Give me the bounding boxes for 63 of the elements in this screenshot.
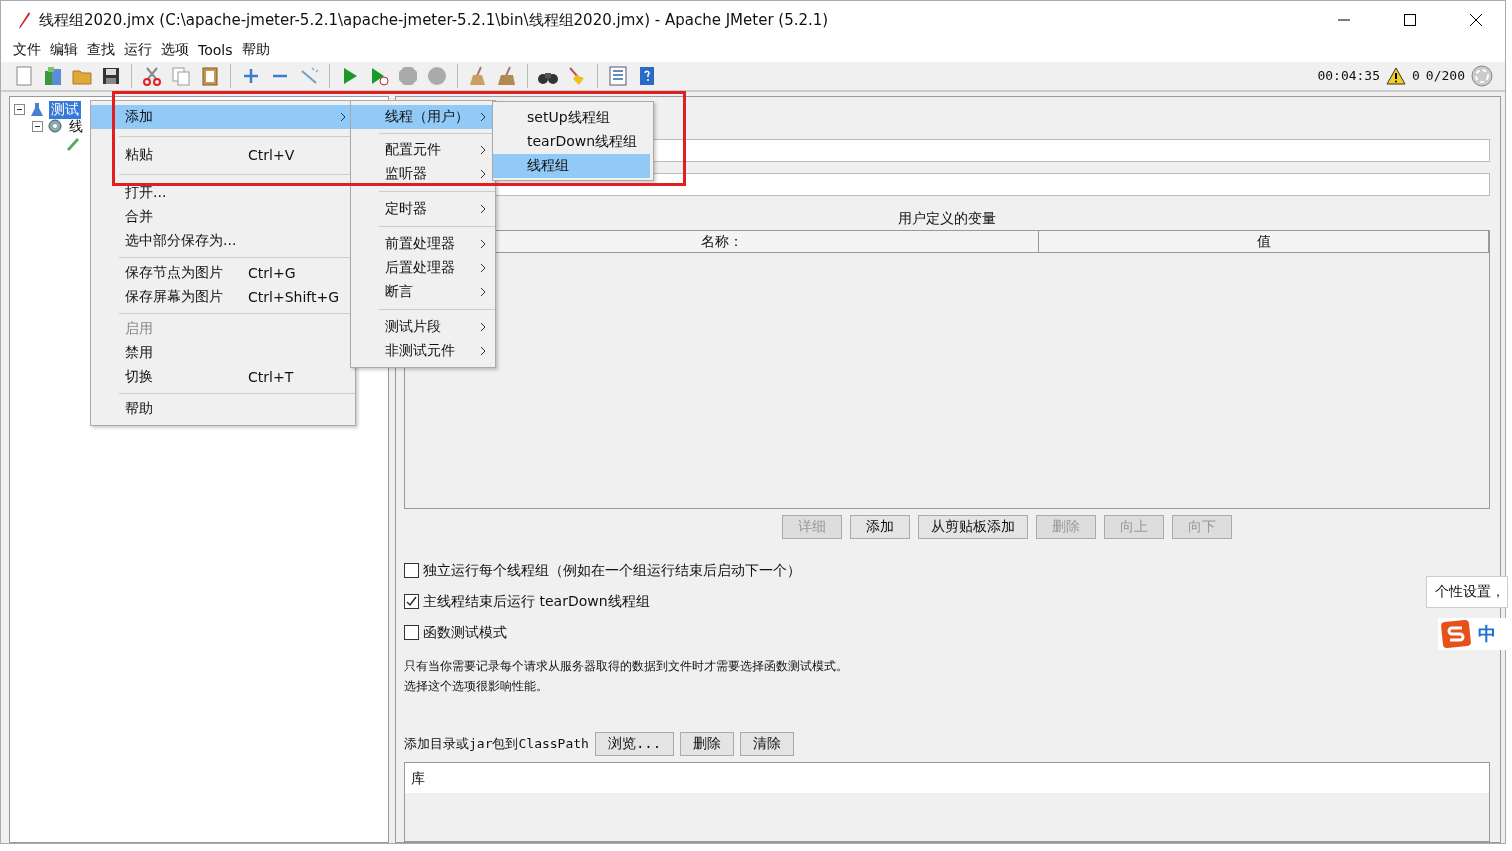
gear-icon bbox=[47, 118, 63, 135]
elapsed-time: 00:04:35 bbox=[1317, 68, 1381, 84]
menu-item[interactable]: 编辑 bbox=[50, 41, 78, 60]
clipboard-icon[interactable] bbox=[199, 64, 221, 87]
classpath-label: 添加目录或jar包到ClassPath bbox=[404, 735, 589, 753]
window-title: 线程组2020.jmx (C:\apache-jmeter-5.2.1\apache-jmeter-5.2.1\bin\线程组2020.jmx) - Apache JMeter (5.2.1) bbox=[39, 10, 830, 30]
flask-icon bbox=[29, 101, 45, 118]
hint-text: 选择这个选项很影响性能。 bbox=[404, 678, 549, 695]
hint-text: 只有当你需要记录每个请求从服务器取得的数据到文件时才需要选择函数测试模式。 bbox=[404, 658, 849, 675]
menu-item[interactable]: 线程组 bbox=[493, 154, 650, 178]
tree-item[interactable]: 测试 bbox=[49, 100, 81, 119]
checkbox[interactable] bbox=[404, 625, 419, 640]
copy-icon[interactable] bbox=[170, 64, 192, 87]
menu-item[interactable]: 定时器 bbox=[351, 197, 495, 221]
list-icon[interactable] bbox=[607, 64, 629, 87]
menu-item[interactable]: 查找 bbox=[87, 41, 115, 60]
ime-mode[interactable]: 中 bbox=[1478, 622, 1496, 646]
ime-tooltip: 个性设置， bbox=[1426, 576, 1508, 608]
collapse-icon[interactable] bbox=[32, 121, 43, 132]
close-icon[interactable] bbox=[1470, 14, 1482, 26]
ime-logo-icon[interactable] bbox=[1440, 619, 1472, 649]
table-button[interactable]: 添加 bbox=[850, 515, 910, 539]
checkbox[interactable] bbox=[404, 563, 419, 578]
menu-item[interactable]: 文件 bbox=[13, 41, 41, 60]
table-button[interactable]: 从剪贴板添加 bbox=[918, 515, 1028, 539]
classpath-button[interactable]: 浏览... bbox=[594, 732, 675, 756]
menu-item[interactable]: 帮助 bbox=[241, 41, 270, 60]
option-label: 主线程结束后运行 tearDown线程组 bbox=[423, 592, 650, 611]
maximize-icon[interactable] bbox=[1404, 14, 1416, 26]
tree-item[interactable]: 线 bbox=[67, 117, 85, 136]
menu-item[interactable]: 线程（用户） bbox=[351, 105, 495, 129]
menu-item[interactable]: 测试片段 bbox=[351, 315, 495, 339]
warning-icon[interactable] bbox=[1386, 66, 1407, 85]
menu-item[interactable]: 后置处理器 bbox=[351, 256, 495, 280]
menu-item[interactable]: 运行 bbox=[124, 41, 152, 60]
list-header: 库 bbox=[405, 763, 1489, 793]
menu-item[interactable]: 配置元件 bbox=[351, 138, 495, 162]
thread-count: 0/200 bbox=[1425, 68, 1465, 84]
menu-item[interactable]: 非测试元件 bbox=[351, 339, 495, 363]
option-label: 函数测试模式 bbox=[423, 623, 507, 642]
classpath-button[interactable]: 清除 bbox=[740, 732, 795, 756]
gauge-icon bbox=[1471, 64, 1493, 87]
feather-icon bbox=[17, 11, 31, 29]
menu-item[interactable]: 断言 bbox=[351, 280, 495, 304]
menu-item[interactable]: 监听器 bbox=[351, 162, 495, 186]
menu-item[interactable]: 选项 bbox=[161, 41, 189, 60]
books-icon[interactable] bbox=[42, 64, 64, 87]
comment-field[interactable] bbox=[494, 173, 1490, 196]
shutdown-icon[interactable] bbox=[426, 64, 448, 87]
option-label: 独立运行每个线程组（例如在一个组运行结束后启动下一个） bbox=[423, 561, 801, 580]
menu-item[interactable]: 帮助 bbox=[91, 397, 355, 421]
checkbox[interactable] bbox=[404, 594, 419, 609]
collapse-icon[interactable] bbox=[14, 104, 25, 115]
menu-item[interactable]: tearDown线程组 bbox=[493, 130, 650, 154]
classpath-button[interactable]: 删除 bbox=[680, 732, 735, 756]
section-title: 用户定义的变量 bbox=[898, 210, 996, 226]
broom-icon[interactable] bbox=[496, 64, 518, 87]
menu-item[interactable]: Tools bbox=[198, 42, 233, 59]
menu-item[interactable]: 前置处理器 bbox=[351, 232, 495, 256]
stop-icon[interactable] bbox=[397, 64, 419, 87]
menu-item[interactable]: setUp线程组 bbox=[493, 106, 650, 130]
error-count: 0 bbox=[1412, 68, 1420, 84]
menu-item[interactable]: 切换 Ctrl+T bbox=[91, 365, 355, 389]
